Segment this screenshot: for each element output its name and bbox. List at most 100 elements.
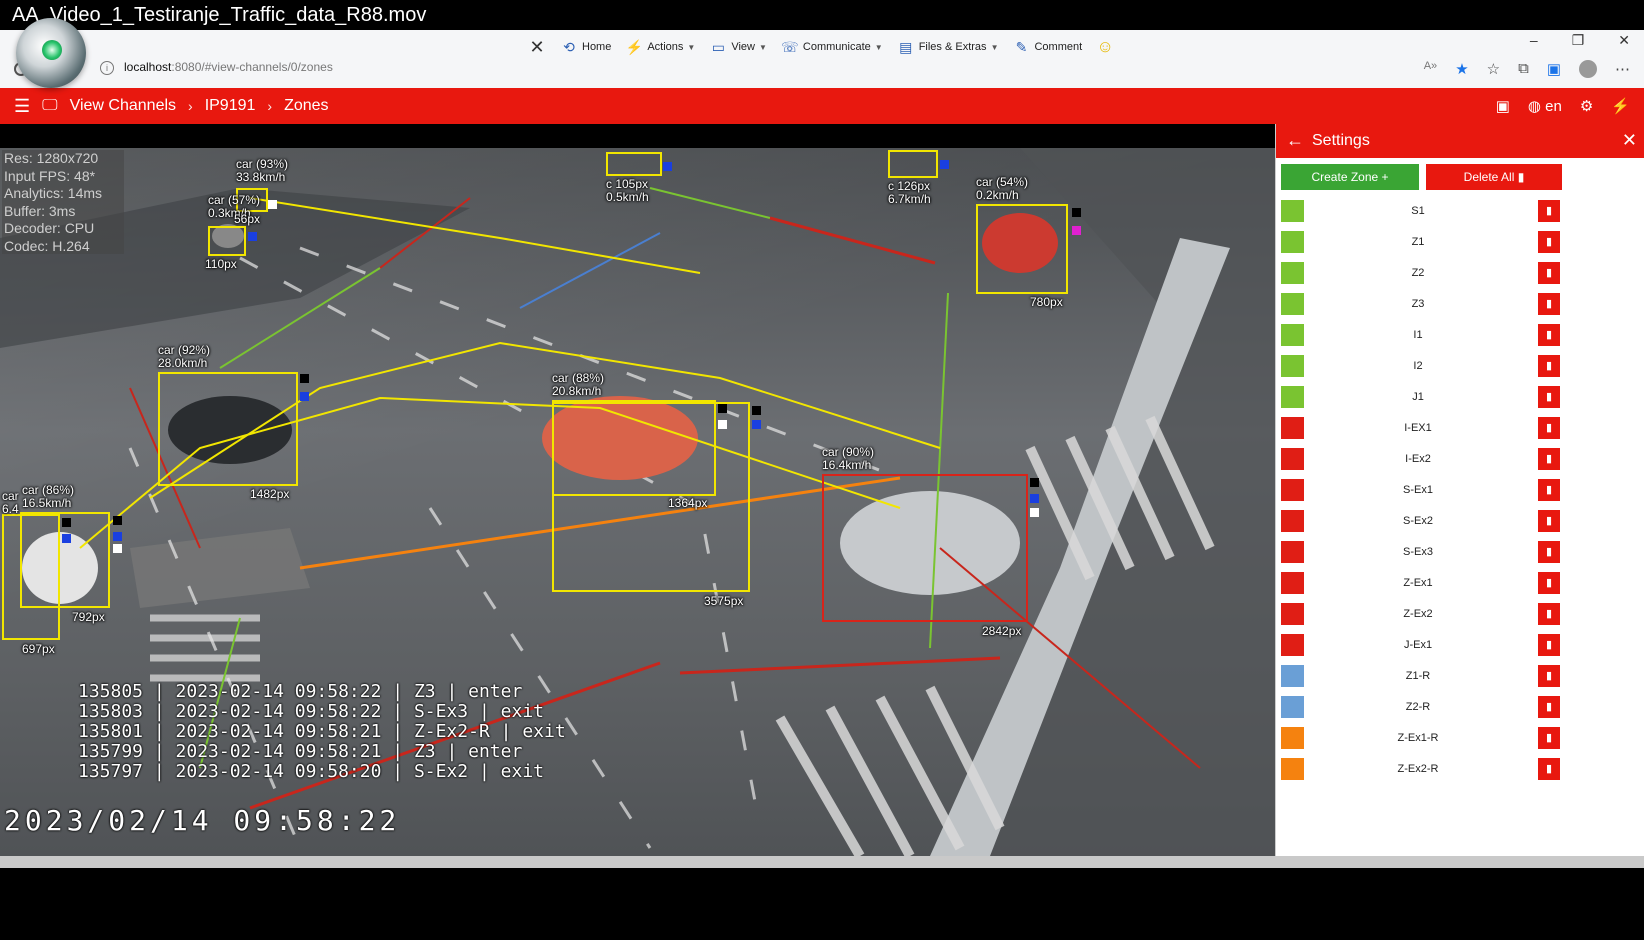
delete-zone-button[interactable]: ▮	[1538, 293, 1560, 315]
delete-zone-button[interactable]: ▮	[1538, 262, 1560, 284]
zone-color-swatch[interactable]	[1281, 665, 1304, 687]
color-marker	[1072, 226, 1081, 235]
zone-row[interactable]: S-Ex2 ▮	[1276, 506, 1644, 537]
zone-color-swatch[interactable]	[1281, 324, 1304, 346]
zone-row[interactable]: Z-Ex1 ▮	[1276, 568, 1644, 599]
gear-icon[interactable]: ⚙	[1580, 97, 1593, 115]
create-zone-button[interactable]: Create Zone +	[1281, 164, 1419, 190]
chevron-right-icon: ›	[188, 98, 193, 114]
zone-row[interactable]: S-Ex3 ▮	[1276, 537, 1644, 568]
delete-zone-button[interactable]: ▮	[1538, 231, 1560, 253]
zone-row[interactable]: I1 ▮	[1276, 320, 1644, 351]
zone-color-swatch[interactable]	[1281, 541, 1304, 563]
address-bar[interactable]: i localhost:8080/#view-channels/0/zones	[100, 60, 333, 75]
zone-color-swatch[interactable]	[1281, 448, 1304, 470]
zone-row[interactable]: Z2 ▮	[1276, 258, 1644, 289]
zone-color-swatch[interactable]	[1281, 293, 1304, 315]
zone-row[interactable]: I2 ▮	[1276, 351, 1644, 382]
zone-row[interactable]: S-Ex1 ▮	[1276, 475, 1644, 506]
delete-zone-button[interactable]: ▮	[1538, 572, 1560, 594]
color-marker	[113, 544, 122, 553]
zone-name: Z1	[1411, 236, 1425, 248]
zone-color-swatch[interactable]	[1281, 696, 1304, 718]
breadcrumb-view-channels[interactable]: View Channels	[70, 97, 176, 115]
zone-row[interactable]: Z3 ▮	[1276, 289, 1644, 320]
delete-zone-button[interactable]: ▮	[1538, 386, 1560, 408]
close-icon[interactable]: ✕	[1622, 130, 1637, 151]
close-toolbar-button[interactable]: ✕	[528, 37, 546, 57]
delete-zone-button[interactable]: ▮	[1538, 510, 1560, 532]
smiley-button[interactable]: ☺	[1096, 37, 1114, 56]
detection-label: car 6.4	[2, 489, 19, 516]
toolbar-home[interactable]: ⟲ Home	[560, 38, 611, 56]
delete-zone-button[interactable]: ▮	[1538, 479, 1560, 501]
zone-row[interactable]: Z-Ex1-R ▮	[1276, 723, 1644, 754]
zone-color-swatch[interactable]	[1281, 262, 1304, 284]
collections-icon[interactable]: ⧉	[1518, 60, 1529, 78]
zone-row[interactable]: Z1 ▮	[1276, 227, 1644, 258]
profile-avatar[interactable]	[1579, 60, 1597, 78]
zone-row[interactable]: Z2-R ▮	[1276, 692, 1644, 723]
extension-icon[interactable]: ▣	[1547, 60, 1561, 78]
delete-zone-button[interactable]: ▮	[1538, 758, 1560, 780]
zone-color-swatch[interactable]	[1281, 572, 1304, 594]
zone-row[interactable]: S1 ▮	[1276, 196, 1644, 227]
zone-row[interactable]: J1 ▮	[1276, 382, 1644, 413]
delete-zone-button[interactable]: ▮	[1538, 727, 1560, 749]
zone-row[interactable]: J-Ex1 ▮	[1276, 630, 1644, 661]
delete-zone-button[interactable]: ▮	[1538, 355, 1560, 377]
zone-color-swatch[interactable]	[1281, 417, 1304, 439]
delete-zone-button[interactable]: ▮	[1538, 200, 1560, 222]
detection-size: 780px	[1030, 295, 1063, 309]
zone-row[interactable]: Z1-R ▮	[1276, 661, 1644, 692]
menu-icon[interactable]: ☰	[14, 96, 30, 117]
language-selector[interactable]: ◍ en	[1528, 97, 1562, 115]
restore-icon[interactable]: ❐	[1572, 32, 1585, 49]
zone-color-swatch[interactable]	[1281, 479, 1304, 501]
minimize-icon[interactable]: –	[1530, 32, 1538, 49]
delete-zone-button[interactable]: ▮	[1538, 324, 1560, 346]
stats-overlay: Res: 1280x720 Input FPS: 48* Analytics: …	[2, 150, 124, 254]
delete-zone-button[interactable]: ▮	[1538, 603, 1560, 625]
more-icon[interactable]: ⋯	[1615, 60, 1630, 78]
back-arrow-icon[interactable]: ←	[1286, 130, 1304, 151]
zone-row[interactable]: Z-Ex2 ▮	[1276, 599, 1644, 630]
lightning-icon[interactable]: ⚡	[1611, 97, 1630, 115]
delete-zone-button[interactable]: ▮	[1538, 417, 1560, 439]
zone-row[interactable]: I-EX1 ▮	[1276, 413, 1644, 444]
zone-color-swatch[interactable]	[1281, 355, 1304, 377]
delete-all-button[interactable]: Delete All ▮	[1426, 164, 1562, 190]
zone-color-swatch[interactable]	[1281, 200, 1304, 222]
zone-color-swatch[interactable]	[1281, 758, 1304, 780]
detection-size: 792px	[72, 610, 105, 624]
delete-zone-button[interactable]: ▮	[1538, 448, 1560, 470]
detection-size: 3575px	[704, 594, 744, 608]
breadcrumb-ip9191[interactable]: IP9191	[205, 97, 256, 115]
delete-zone-button[interactable]: ▮	[1538, 696, 1560, 718]
read-aloud-icon[interactable]: A»	[1424, 60, 1437, 78]
detection-label: car (92%) 28.0km/h	[158, 343, 211, 370]
delete-zone-button[interactable]: ▮	[1538, 665, 1560, 687]
browser-icons: A» ★ ☆ ⧉ ▣ ⋯	[1424, 60, 1630, 78]
horizontal-scrollbar[interactable]	[0, 856, 1644, 868]
star-icon[interactable]: ★	[1455, 60, 1468, 78]
toolbar-communicate[interactable]: ☏ Communicate ▼	[781, 38, 883, 56]
detection-label: car (90%) 16.4km/h	[822, 445, 875, 472]
zone-color-swatch[interactable]	[1281, 386, 1304, 408]
delete-zone-button[interactable]: ▮	[1538, 541, 1560, 563]
zone-color-swatch[interactable]	[1281, 231, 1304, 253]
toolbar-comment[interactable]: ✎ Comment	[1012, 38, 1083, 56]
toolbar-files[interactable]: ▤ Files & Extras ▼	[897, 38, 998, 56]
save-icon[interactable]: ▣	[1496, 97, 1510, 115]
toolbar-view[interactable]: ▭ View ▼	[709, 38, 767, 56]
toolbar-actions[interactable]: ⚡ Actions ▼	[625, 38, 696, 56]
zone-row[interactable]: Z-Ex2-R ▮	[1276, 754, 1644, 785]
favorites-icon[interactable]: ☆	[1487, 60, 1500, 78]
zone-color-swatch[interactable]	[1281, 634, 1304, 656]
zone-color-swatch[interactable]	[1281, 510, 1304, 532]
close-window-icon[interactable]: ✕	[1618, 32, 1630, 49]
zone-color-swatch[interactable]	[1281, 603, 1304, 625]
zone-color-swatch[interactable]	[1281, 727, 1304, 749]
zone-row[interactable]: I-Ex2 ▮	[1276, 444, 1644, 475]
delete-zone-button[interactable]: ▮	[1538, 634, 1560, 656]
